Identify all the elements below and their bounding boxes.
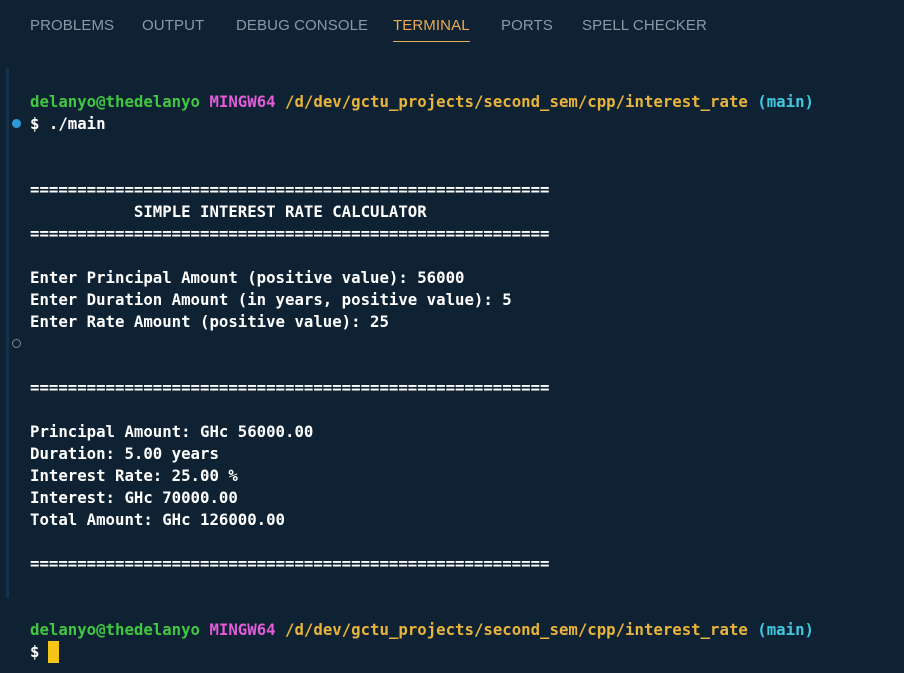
separator-line: ========================================… xyxy=(30,378,550,397)
command-group-gutter xyxy=(6,68,9,598)
result-line-principal: Principal Amount: GHc 56000.00 xyxy=(30,422,314,441)
terminal-cursor xyxy=(48,641,60,663)
command-line: $ ./main xyxy=(30,114,106,133)
prompt-path: /d/dev/gctu_projects/second_sem/cpp/inte… xyxy=(285,92,748,111)
prompt-user: delanyo@thedelanyo xyxy=(30,92,201,111)
calculator-title: SIMPLE INTEREST RATE CALCULATOR xyxy=(30,202,427,221)
input-line-rate: Enter Rate Amount (positive value): 25 xyxy=(30,312,389,331)
prompt-branch: (main) xyxy=(757,92,814,111)
tab-output[interactable]: OUTPUT xyxy=(142,0,204,52)
input-line-principal: Enter Principal Amount (positive value):… xyxy=(30,268,465,287)
separator-line: ========================================… xyxy=(30,224,550,243)
tab-debug-console[interactable]: DEBUG CONSOLE xyxy=(236,0,368,52)
prompt-symbol: $ xyxy=(30,642,40,661)
prompt-path: /d/dev/gctu_projects/second_sem/cpp/inte… xyxy=(285,620,748,639)
tab-ports[interactable]: PORTS xyxy=(501,0,553,52)
panel-tab-bar: PROBLEMS OUTPUT DEBUG CONSOLE TERMINAL P… xyxy=(0,0,904,52)
active-tab-indicator xyxy=(393,41,470,42)
command-success-decoration-icon[interactable] xyxy=(12,119,21,128)
tab-problems[interactable]: PROBLEMS xyxy=(30,0,114,52)
separator-line: ========================================… xyxy=(30,180,550,199)
prompt-system: MINGW64 xyxy=(209,92,276,111)
prompt-system: MINGW64 xyxy=(209,620,276,639)
tab-terminal-label: TERMINAL xyxy=(393,17,470,34)
input-prompt-line[interactable]: $ xyxy=(30,641,60,663)
prompt-line: delanyo@thedelanyo MINGW64 /d/dev/gctu_p… xyxy=(30,91,814,113)
prompt-branch: (main) xyxy=(757,620,814,639)
result-line-duration: Duration: 5.00 years xyxy=(30,444,219,463)
result-line-rate: Interest Rate: 25.00 % xyxy=(30,466,238,485)
input-line-duration: Enter Duration Amount (in years, positiv… xyxy=(30,290,512,309)
tab-spell-checker[interactable]: SPELL CHECKER xyxy=(582,0,707,52)
separator-line: ========================================… xyxy=(30,554,550,573)
result-line-interest: Interest: GHc 70000.00 xyxy=(30,488,238,507)
prompt-line: delanyo@thedelanyo MINGW64 /d/dev/gctu_p… xyxy=(30,619,814,641)
command-empty-decoration-icon[interactable] xyxy=(12,339,21,348)
tab-terminal[interactable]: TERMINAL xyxy=(393,0,470,52)
result-line-total: Total Amount: GHc 126000.00 xyxy=(30,510,286,529)
prompt-user: delanyo@thedelanyo xyxy=(30,620,201,639)
